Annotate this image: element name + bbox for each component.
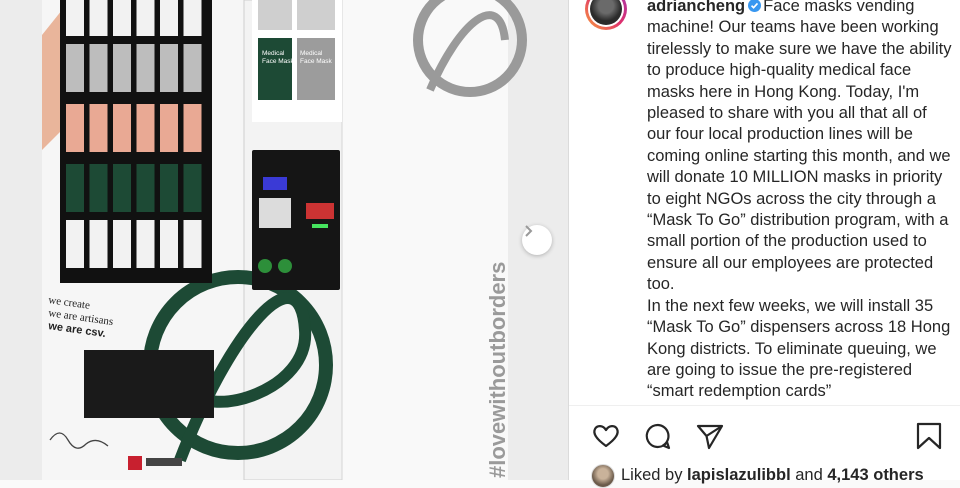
chevron-right-icon xyxy=(525,225,533,237)
mask-packet xyxy=(113,104,131,152)
mask-label-4: Face Mask xyxy=(300,58,333,65)
mask-packet xyxy=(160,0,178,36)
caption-username[interactable]: adriancheng xyxy=(647,0,745,15)
mask-packet xyxy=(136,220,155,268)
mask-packet xyxy=(66,164,84,212)
mask-packet xyxy=(89,104,108,152)
dispense-slot xyxy=(84,350,214,418)
bookmark-icon xyxy=(916,422,942,450)
mask-packet xyxy=(160,104,178,152)
mask-packet xyxy=(183,220,202,268)
mask-packet xyxy=(183,104,202,152)
mask-packet xyxy=(89,164,108,212)
mask-packet xyxy=(113,0,131,36)
divider xyxy=(569,405,960,406)
like-button[interactable] xyxy=(591,421,623,453)
mask-packet xyxy=(136,164,155,212)
likes-count[interactable]: 4,143 others xyxy=(827,466,923,484)
liker-username[interactable]: lapislazulibbl xyxy=(687,466,791,484)
share-button[interactable] xyxy=(695,421,727,453)
vending-machine-photo: Medical Face Mask Medical Face Mask we c… xyxy=(0,0,568,480)
verified-badge-icon xyxy=(748,0,762,12)
mask-packet xyxy=(66,0,84,36)
comment-bubble-icon xyxy=(645,423,671,450)
mask-packet xyxy=(136,44,155,92)
paper-plane-icon xyxy=(696,424,724,450)
mask-packet xyxy=(89,220,108,268)
mask-label-2: Face Mask xyxy=(262,58,295,65)
save-button[interactable] xyxy=(914,421,946,453)
likes-row: Liked by lapislazulibbl and 4,143 others xyxy=(591,464,960,488)
avatar[interactable] xyxy=(585,0,627,30)
heart-icon xyxy=(593,425,619,448)
caption-text: Face masks vending machine! Our teams ha… xyxy=(647,0,952,401)
mask-packet xyxy=(66,44,84,92)
likes-text: Liked by lapislazulibbl and 4,143 others xyxy=(621,466,924,484)
comment-button[interactable] xyxy=(643,421,675,453)
mask-packet xyxy=(183,164,202,212)
mask-packet xyxy=(113,220,131,268)
mask-packet xyxy=(183,0,202,36)
action-bar xyxy=(591,421,946,455)
mask-packet xyxy=(66,220,84,268)
mask-packet xyxy=(160,44,178,92)
post-caption: adriancheng Face masks vending machine! O… xyxy=(647,0,953,403)
mask-packet xyxy=(183,44,202,92)
post-image: Medical Face Mask Medical Face Mask we c… xyxy=(0,0,568,480)
mask-packet xyxy=(89,0,108,36)
mask-label-3: Medical xyxy=(300,50,323,57)
mask-packet xyxy=(66,104,84,152)
mask-packet xyxy=(113,44,131,92)
mask-packet xyxy=(113,164,131,212)
mask-packet xyxy=(160,220,178,268)
mask-packet xyxy=(136,104,155,152)
mask-packet xyxy=(136,0,155,36)
liker-avatar[interactable] xyxy=(591,464,615,488)
post-side-panel: adriancheng Face masks vending machine! O… xyxy=(568,0,960,488)
mask-packet xyxy=(160,164,178,212)
mask-label-1: Medical xyxy=(262,50,285,57)
mask-packet xyxy=(89,44,108,92)
side-hashtag: #lovewithoutborders xyxy=(485,262,510,478)
next-image-button[interactable] xyxy=(522,225,552,255)
